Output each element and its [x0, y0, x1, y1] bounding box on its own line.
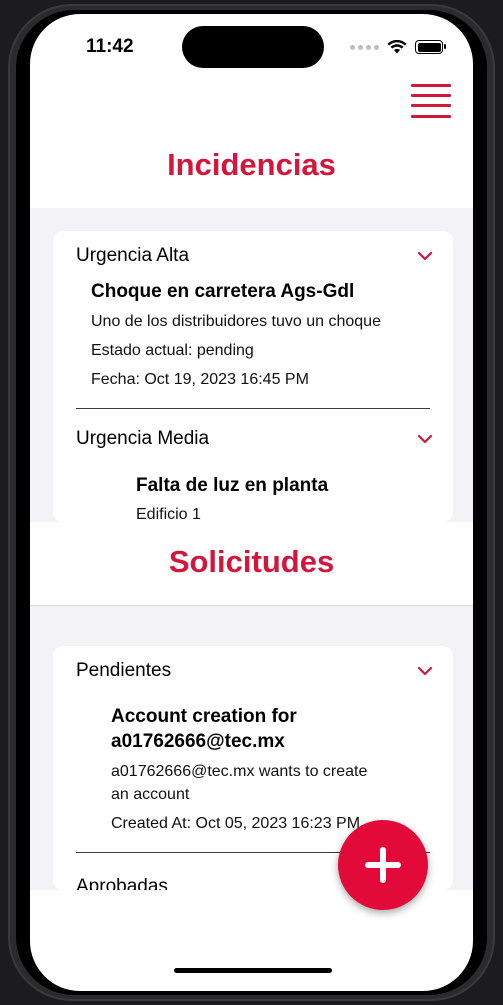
cellular-signal-icon	[350, 44, 379, 50]
incident-title[interactable]: Falta de luz en planta	[136, 475, 328, 497]
chevron-down-icon	[417, 251, 433, 261]
group-header-urgencia-media[interactable]: Urgencia Media	[76, 428, 433, 450]
group-label: Urgencia Media	[76, 428, 210, 449]
status-time: 11:42	[86, 36, 134, 57]
incidencias-list-area: Urgencia Alta Choque en carretera Ags-Gd…	[30, 208, 473, 522]
group-label: Pendientes	[76, 660, 172, 681]
wifi-icon	[387, 40, 407, 54]
group-label: Urgencia Alta	[76, 245, 190, 266]
chevron-down-icon	[417, 666, 433, 676]
request-title-line1[interactable]: Account creation for	[111, 706, 297, 728]
battery-icon	[415, 40, 446, 54]
group-label: Aprobadas	[76, 876, 168, 890]
incidencias-title: Incidencias	[167, 147, 336, 182]
divider	[76, 408, 430, 409]
request-description-line2: an account	[111, 786, 190, 803]
hamburger-menu-icon[interactable]	[411, 80, 453, 120]
incident-title[interactable]: Choque en carretera Ags-Gdl	[91, 281, 354, 303]
incident-description: Uno de los distribuidores tuvo un choque	[91, 313, 381, 330]
request-description-line1: a01762666@tec.mx wants to create	[111, 763, 368, 780]
home-indicator	[174, 968, 332, 973]
group-header-pendientes[interactable]: Pendientes	[76, 660, 433, 682]
request-title-line2[interactable]: a01762666@tec.mx	[111, 731, 285, 753]
dynamic-island	[182, 26, 324, 68]
add-button[interactable]	[338, 820, 428, 910]
solicitudes-title: Solicitudes	[168, 544, 335, 579]
incidencias-card: Urgencia Alta Choque en carretera Ags-Gd…	[53, 231, 453, 522]
group-header-urgencia-alta[interactable]: Urgencia Alta	[76, 245, 433, 267]
incident-date: Fecha: Oct 19, 2023 16:45 PM	[91, 371, 309, 388]
incident-status: Estado actual: pending	[91, 342, 254, 359]
request-created-at: Created At: Oct 05, 2023 16:23 PM	[111, 815, 361, 832]
chevron-down-icon	[417, 434, 433, 444]
status-icons	[350, 40, 446, 54]
incident-description: Edificio 1	[136, 506, 201, 522]
